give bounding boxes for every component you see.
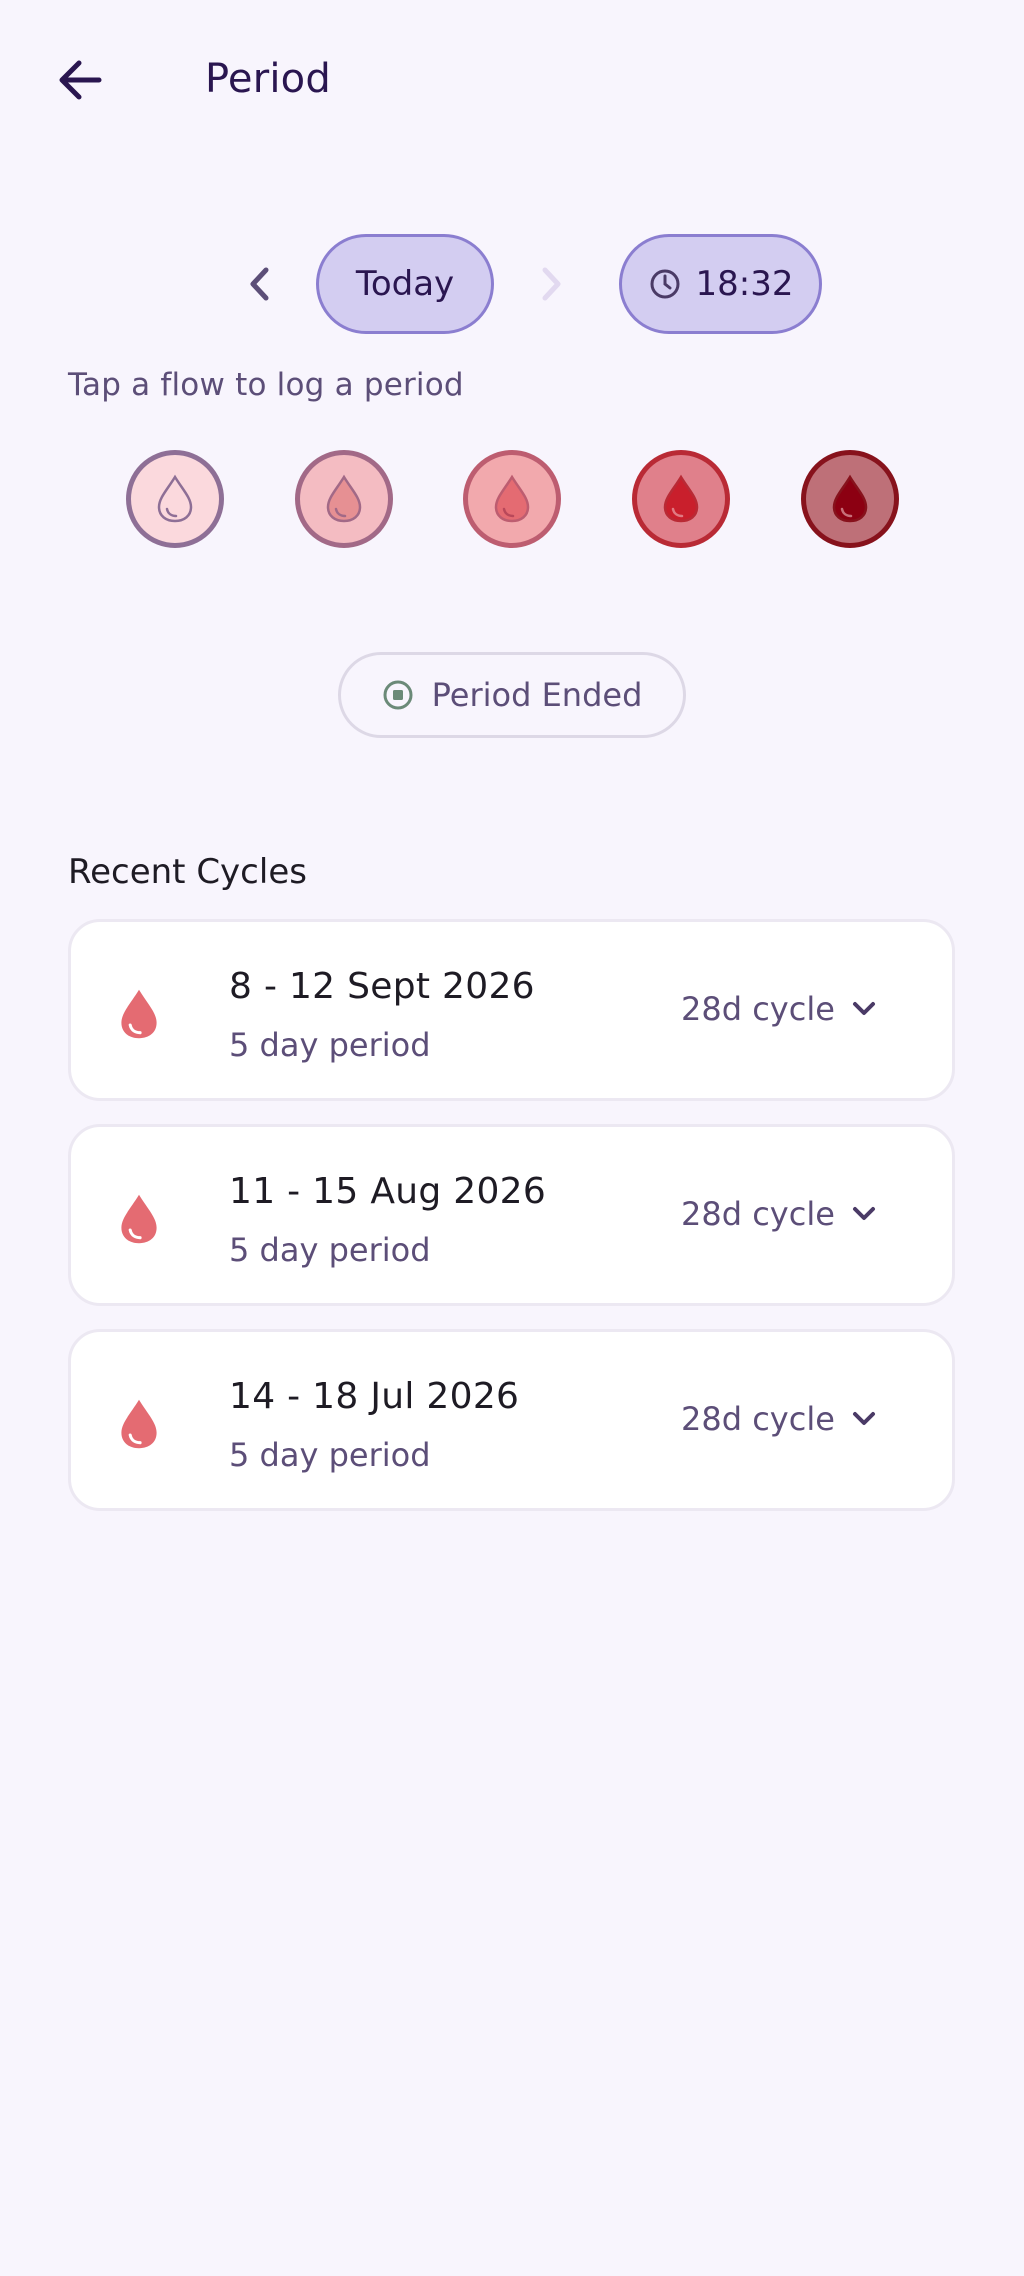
previous-day-button[interactable] xyxy=(232,256,288,312)
cycle-length-label: 28d cycle xyxy=(681,990,835,1028)
cycle-length-label: 28d cycle xyxy=(681,1195,835,1233)
today-button[interactable]: Today xyxy=(316,234,494,334)
chevron-down-icon xyxy=(852,1002,875,1015)
drop-icon xyxy=(121,1399,157,1449)
time-picker-button[interactable]: 18:32 xyxy=(619,234,822,334)
drop-outline-icon xyxy=(157,474,193,523)
arrow-left-icon xyxy=(59,60,102,100)
drop-icon xyxy=(832,474,868,523)
next-day-button[interactable] xyxy=(523,256,579,312)
cycle-card[interactable]: 14 - 18 Jul 2026 5 day period 28d cycle xyxy=(68,1329,955,1511)
drop-icon xyxy=(663,474,699,523)
period-screen: Period Today 18:32 Tap a flow to log a p… xyxy=(0,0,1024,2276)
recent-cycles-title: Recent Cycles xyxy=(68,852,307,892)
period-ended-label: Period Ended xyxy=(431,676,643,714)
flow-selector xyxy=(0,450,1024,550)
back-button[interactable] xyxy=(50,50,110,110)
chevron-down-icon xyxy=(852,1207,875,1220)
page-title: Period xyxy=(205,56,331,102)
stop-circle-icon xyxy=(383,680,413,710)
flow-button-spotting[interactable] xyxy=(126,450,224,548)
cycle-length-toggle[interactable]: 28d cycle xyxy=(681,1400,879,1438)
flow-button-medium[interactable] xyxy=(463,450,561,548)
cycle-card[interactable]: 11 - 15 Aug 2026 5 day period 28d cycle xyxy=(68,1124,955,1306)
cycle-dates: 14 - 18 Jul 2026 xyxy=(229,1376,520,1417)
flow-button-light[interactable] xyxy=(295,450,393,548)
chevron-down-icon xyxy=(852,1412,875,1425)
flow-hint: Tap a flow to log a period xyxy=(68,367,464,403)
drop-icon xyxy=(326,474,362,523)
cycle-period-length: 5 day period xyxy=(229,1436,431,1474)
period-ended-button[interactable]: Period Ended xyxy=(338,652,686,738)
chevron-left-icon xyxy=(250,267,269,301)
cycle-length-label: 28d cycle xyxy=(681,1400,835,1438)
cycle-dates: 11 - 15 Aug 2026 xyxy=(229,1171,547,1212)
date-time-nav: Today 18:32 xyxy=(0,234,1024,334)
cycle-dates: 8 - 12 Sept 2026 xyxy=(229,966,535,1007)
time-value: 18:32 xyxy=(695,264,794,304)
flow-button-heavy[interactable] xyxy=(632,450,730,548)
flow-button-very-heavy[interactable] xyxy=(801,450,899,548)
cycle-period-length: 5 day period xyxy=(229,1026,431,1064)
drop-icon xyxy=(121,1194,157,1244)
cycle-length-toggle[interactable]: 28d cycle xyxy=(681,990,879,1028)
drop-icon xyxy=(121,989,157,1039)
drop-icon xyxy=(494,474,530,523)
chevron-right-icon xyxy=(542,267,561,301)
cycle-length-toggle[interactable]: 28d cycle xyxy=(681,1195,879,1233)
cycle-period-length: 5 day period xyxy=(229,1231,431,1269)
cycle-card[interactable]: 8 - 12 Sept 2026 5 day period 28d cycle xyxy=(68,919,955,1101)
app-header: Period xyxy=(0,0,1024,160)
clock-icon xyxy=(650,269,679,299)
